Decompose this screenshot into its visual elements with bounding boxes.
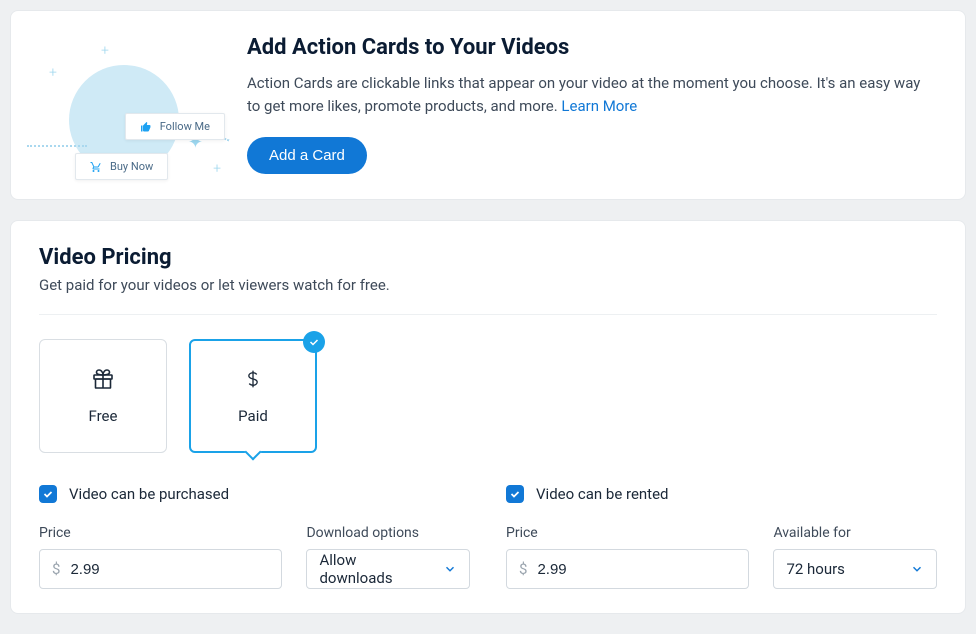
available-for-label: Available for <box>773 525 937 541</box>
action-cards-panel: + + + ✦ Follow Me Buy Now Add Action Car… <box>10 10 966 200</box>
pricing-option-paid[interactable]: Paid <box>189 339 317 453</box>
buy-now-label: Buy Now <box>110 160 153 173</box>
follow-me-label: Follow Me <box>160 120 210 133</box>
option-paid-label: Paid <box>238 407 268 425</box>
pricing-subtitle: Get paid for your videos or let viewers … <box>39 276 937 294</box>
rent-checkbox-label: Video can be rented <box>536 485 669 503</box>
action-cards-title: Add Action Cards to Your Videos <box>247 35 937 60</box>
rent-price-label: Price <box>506 525 749 541</box>
checkbox-checked-icon <box>506 485 524 503</box>
option-free-label: Free <box>89 407 118 425</box>
download-options-select[interactable]: Allow downloads <box>306 549 470 589</box>
dollar-icon <box>243 367 263 391</box>
purchase-price-label: Price <box>39 525 282 541</box>
dollar-prefix-icon: $ <box>52 560 60 578</box>
action-cards-description: Action Cards are clickable links that ap… <box>247 72 937 117</box>
rent-price-input[interactable] <box>537 561 736 578</box>
rent-price-input-wrap[interactable]: $ <box>506 549 749 589</box>
purchase-checkbox-label: Video can be purchased <box>69 485 229 503</box>
available-for-value: 72 hours <box>786 560 845 578</box>
chevron-down-icon <box>910 562 924 576</box>
thumbs-up-icon <box>140 121 152 133</box>
chevron-down-icon <box>443 562 457 576</box>
purchase-column: Video can be purchased Price $ Download … <box>39 485 470 589</box>
pricing-option-free[interactable]: Free <box>39 339 167 453</box>
dollar-prefix-icon: $ <box>519 560 527 578</box>
cart-icon <box>90 161 102 173</box>
check-icon <box>303 331 325 353</box>
purchase-price-input-wrap[interactable]: $ <box>39 549 282 589</box>
available-for-select[interactable]: 72 hours <box>773 549 937 589</box>
rent-column: Video can be rented Price $ Available fo… <box>506 485 937 589</box>
download-options-label: Download options <box>306 525 470 541</box>
rent-checkbox[interactable]: Video can be rented <box>506 485 937 503</box>
purchase-checkbox[interactable]: Video can be purchased <box>39 485 470 503</box>
action-cards-illustration: + + + ✦ Follow Me Buy Now <box>39 35 219 175</box>
gift-icon <box>91 367 115 391</box>
add-card-button[interactable]: Add a Card <box>247 137 367 174</box>
purchase-price-input[interactable] <box>70 561 269 578</box>
pricing-title: Video Pricing <box>39 245 937 270</box>
follow-me-card: Follow Me <box>125 113 225 140</box>
video-pricing-panel: Video Pricing Get paid for your videos o… <box>10 220 966 614</box>
checkbox-checked-icon <box>39 485 57 503</box>
download-options-value: Allow downloads <box>319 551 433 587</box>
buy-now-card: Buy Now <box>75 153 168 180</box>
learn-more-link[interactable]: Learn More <box>561 97 637 115</box>
